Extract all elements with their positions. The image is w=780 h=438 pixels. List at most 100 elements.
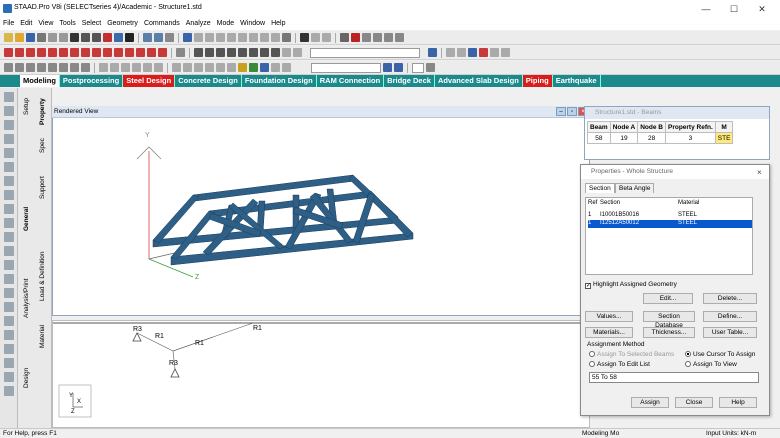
menu-commands[interactable]: Commands bbox=[141, 18, 183, 30]
page-icon[interactable] bbox=[426, 63, 435, 72]
tab-beta-angle[interactable]: Beta Angle bbox=[615, 183, 655, 193]
thickness-button[interactable]: Thickness... bbox=[643, 327, 695, 338]
vtab-property[interactable]: Property bbox=[36, 92, 50, 132]
node-icon[interactable] bbox=[37, 48, 46, 57]
tool-icon[interactable] bbox=[457, 48, 466, 57]
beams-cell[interactable]: 19 bbox=[609, 132, 639, 144]
delete-button[interactable]: Delete... bbox=[703, 293, 757, 304]
node-icon[interactable] bbox=[48, 48, 57, 57]
copy-icon[interactable] bbox=[59, 33, 68, 42]
values-button[interactable]: Values... bbox=[585, 311, 633, 322]
select-icon[interactable] bbox=[205, 33, 214, 42]
vtab-load-definition[interactable]: Load & Definition bbox=[36, 238, 50, 314]
zoom-icon[interactable] bbox=[227, 48, 236, 57]
view-combo[interactable] bbox=[310, 47, 420, 58]
select-icon[interactable] bbox=[238, 33, 247, 42]
tool-icon[interactable] bbox=[3, 106, 14, 116]
select-icon[interactable] bbox=[216, 33, 225, 42]
tool-icon[interactable] bbox=[3, 162, 14, 172]
zoom-icon[interactable] bbox=[260, 48, 269, 57]
tab-steel-design[interactable]: Steel Design bbox=[123, 75, 176, 87]
node-icon[interactable] bbox=[81, 48, 90, 57]
shape-icon[interactable] bbox=[395, 33, 404, 42]
dimension-icon[interactable] bbox=[300, 33, 309, 42]
menu-file[interactable]: File bbox=[0, 18, 17, 30]
use-cursor-radio[interactable]: Use Cursor To Assign bbox=[685, 351, 755, 358]
undo-icon[interactable] bbox=[81, 33, 90, 42]
move-icon[interactable] bbox=[147, 48, 156, 57]
tab-section[interactable]: Section bbox=[585, 183, 615, 193]
help-icon[interactable] bbox=[282, 33, 291, 42]
section-list[interactable]: Ref Section Material 1 I10001B50016 STEE… bbox=[585, 197, 753, 275]
list-item-selected[interactable]: 1 I12512A50012 STEEL bbox=[588, 220, 752, 228]
node-icon[interactable] bbox=[59, 48, 68, 57]
user-table-button[interactable]: User Table... bbox=[703, 327, 757, 338]
zoom-icon[interactable] bbox=[238, 48, 247, 57]
render-icon[interactable] bbox=[282, 63, 291, 72]
label-icon[interactable] bbox=[4, 63, 13, 72]
shape-icon[interactable] bbox=[351, 33, 360, 42]
rendered-view-window[interactable]: Y Z bbox=[52, 106, 590, 316]
node-icon[interactable] bbox=[70, 48, 79, 57]
beams-col-beam[interactable]: Beam bbox=[587, 121, 611, 133]
node-icon[interactable] bbox=[26, 48, 35, 57]
zoom-icon[interactable] bbox=[271, 48, 280, 57]
tool-icon[interactable] bbox=[3, 232, 14, 242]
vtab-setup[interactable]: Setup bbox=[20, 92, 34, 122]
render-icon[interactable] bbox=[271, 63, 280, 72]
vtab-general[interactable]: General bbox=[20, 192, 34, 246]
vtab-analysis-print[interactable]: Analysis/Print bbox=[20, 258, 34, 338]
open-file-icon[interactable] bbox=[15, 33, 24, 42]
render-icon[interactable] bbox=[194, 63, 203, 72]
page-combo[interactable] bbox=[412, 62, 424, 73]
highlight-checkbox[interactable]: ✓ Highlight Assigned Geometry bbox=[585, 281, 677, 289]
view-icon[interactable] bbox=[143, 33, 152, 42]
load-icon[interactable] bbox=[154, 63, 163, 72]
grid-icon[interactable] bbox=[176, 48, 185, 57]
print-icon[interactable] bbox=[37, 33, 46, 42]
zoom-icon[interactable] bbox=[293, 48, 302, 57]
render-icon[interactable] bbox=[172, 63, 181, 72]
help-icon[interactable] bbox=[428, 48, 437, 57]
load-icon[interactable] bbox=[383, 63, 392, 72]
define-button[interactable]: Define... bbox=[703, 311, 757, 322]
close-button[interactable]: Close bbox=[675, 397, 713, 408]
beams-col-property[interactable]: Property Refn. bbox=[664, 121, 716, 133]
label-icon[interactable] bbox=[59, 63, 68, 72]
tool-icon[interactable] bbox=[3, 190, 14, 200]
move-icon[interactable] bbox=[125, 48, 134, 57]
plane-view-window[interactable]: R3 R1 R1 R1 R3 Y X Z bbox=[52, 320, 590, 428]
label-icon[interactable] bbox=[48, 63, 57, 72]
tool-icon[interactable] bbox=[3, 260, 14, 270]
beams-cell[interactable]: 58 bbox=[587, 132, 611, 144]
select-icon[interactable] bbox=[194, 33, 203, 42]
tab-foundation-design[interactable]: Foundation Design bbox=[242, 75, 317, 87]
menu-geometry[interactable]: Geometry bbox=[104, 18, 141, 30]
tool-icon[interactable] bbox=[446, 48, 455, 57]
tab-modeling[interactable]: Modeling bbox=[20, 75, 60, 87]
tool-icon[interactable] bbox=[103, 33, 112, 42]
tool-icon[interactable] bbox=[3, 274, 14, 284]
move-icon[interactable] bbox=[114, 48, 123, 57]
select-icon[interactable] bbox=[260, 33, 269, 42]
label-icon[interactable] bbox=[37, 63, 46, 72]
zoom-icon[interactable] bbox=[216, 48, 225, 57]
shape-icon[interactable] bbox=[384, 33, 393, 42]
vtab-spec[interactable]: Spec bbox=[36, 136, 50, 156]
load-case-combo[interactable] bbox=[311, 62, 381, 73]
assign-view-radio[interactable]: Assign To View bbox=[685, 361, 737, 368]
render-icon[interactable] bbox=[227, 63, 236, 72]
assign-button[interactable]: Assign bbox=[631, 397, 669, 408]
tab-earthquake[interactable]: Earthquake bbox=[553, 75, 601, 87]
tool-icon[interactable] bbox=[3, 246, 14, 256]
beams-cell[interactable]: 3 bbox=[664, 132, 716, 144]
load-icon[interactable] bbox=[121, 63, 130, 72]
shape-icon[interactable] bbox=[373, 33, 382, 42]
move-icon[interactable] bbox=[92, 48, 101, 57]
render-icon[interactable] bbox=[238, 63, 247, 72]
tab-ram-connection[interactable]: RAM Connection bbox=[317, 75, 385, 87]
vtab-support[interactable]: Support bbox=[36, 170, 50, 206]
render-icon[interactable] bbox=[216, 63, 225, 72]
select-icon[interactable] bbox=[227, 33, 236, 42]
menu-select[interactable]: Select bbox=[79, 18, 104, 30]
